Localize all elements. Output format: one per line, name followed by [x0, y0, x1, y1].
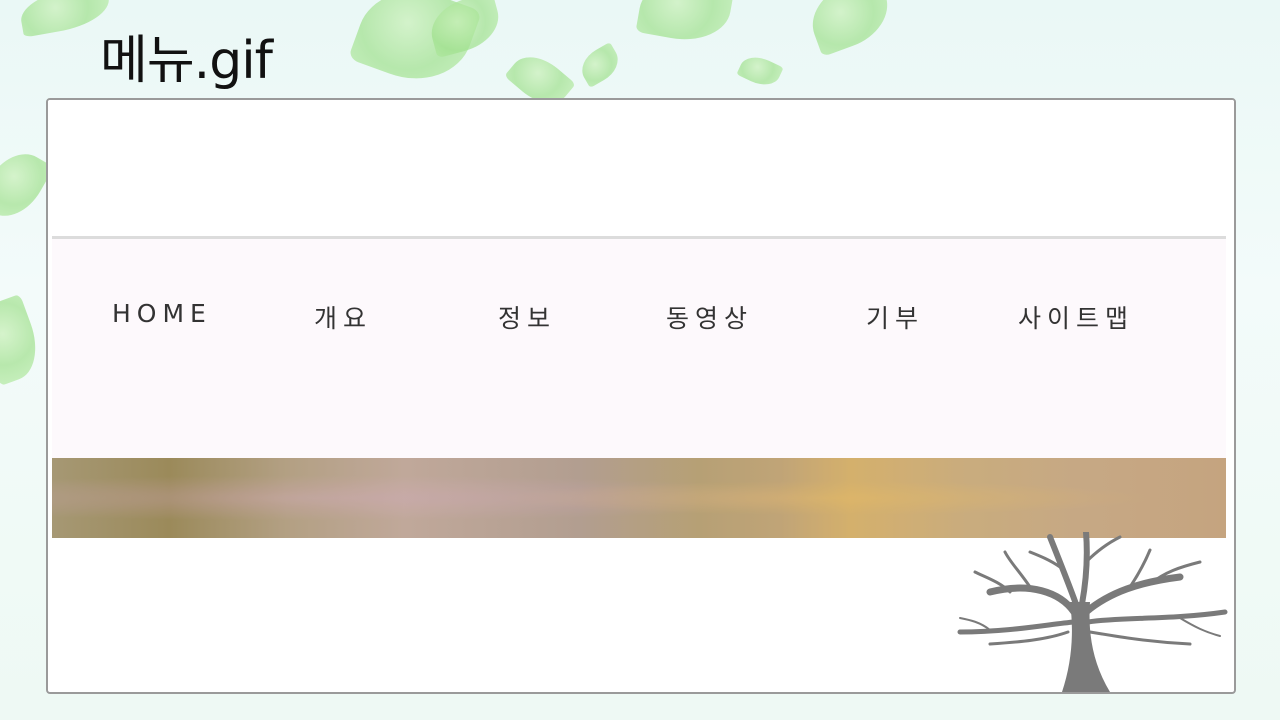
- screenshot-frame: HOME 개요 정보 동영상 기부 사이트맵: [46, 98, 1236, 694]
- menu-item-overview[interactable]: 개요: [314, 299, 372, 335]
- menu-item-home[interactable]: HOME: [112, 299, 212, 328]
- background-leaf-decoration: [575, 42, 625, 88]
- header-blank-area: [48, 100, 1234, 236]
- menu-item-sitemap[interactable]: 사이트맵: [1018, 299, 1134, 335]
- background-leaf-decoration: [17, 0, 113, 38]
- menu-item-donate[interactable]: 기부: [866, 299, 924, 335]
- background-leaf-decoration: [736, 50, 784, 92]
- slide-title: 메뉴.gif: [100, 31, 273, 91]
- menu-item-info[interactable]: 정보: [498, 299, 556, 335]
- blurred-banner-image: [52, 458, 1226, 538]
- tree-illustration: [957, 532, 1228, 692]
- main-menu-bar: HOME 개요 정보 동영상 기부 사이트맵: [52, 239, 1226, 458]
- background-leaf-decoration: [802, 0, 898, 57]
- menu-item-video[interactable]: 동영상: [666, 299, 753, 335]
- background-leaf-decoration: [0, 293, 48, 387]
- background-leaf-decoration: [635, 0, 735, 48]
